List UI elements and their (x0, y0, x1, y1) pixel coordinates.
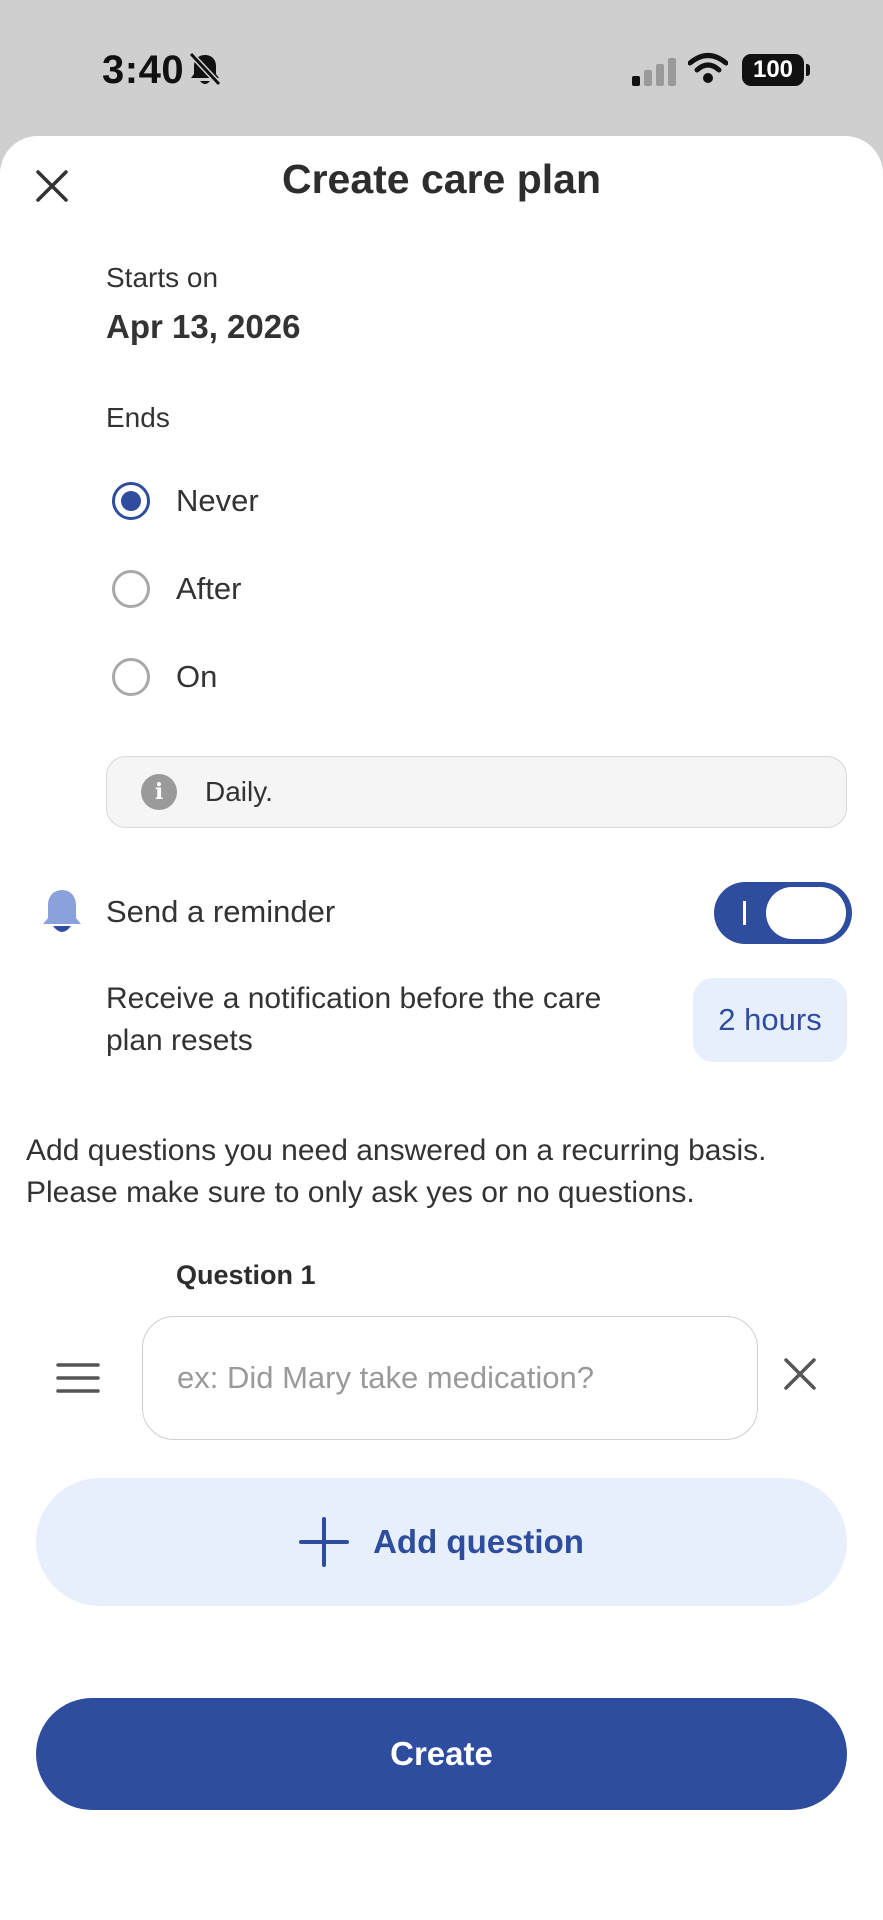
radio-label: After (176, 571, 242, 606)
info-icon: i (141, 774, 177, 810)
ends-option-on[interactable]: On (112, 652, 217, 702)
ends-option-after[interactable]: After (112, 564, 241, 614)
page-title: Create care plan (281, 156, 602, 202)
questions-instructions: Add questions you need answered on a rec… (26, 1134, 767, 1209)
reminder-toggle[interactable] (714, 882, 852, 944)
toggle-on-indicator (743, 901, 746, 925)
question-label: Question 1 (176, 1260, 316, 1290)
close-icon (784, 1358, 816, 1390)
bell-slash-icon (188, 51, 222, 93)
add-question-button[interactable]: Add question (36, 1478, 847, 1606)
plus-icon (299, 1517, 350, 1567)
question-input[interactable] (142, 1316, 758, 1440)
start-date-value[interactable]: Apr 13, 2026 (106, 308, 300, 346)
radio-label: On (176, 659, 218, 694)
status-time: 3:40 (102, 48, 185, 92)
wifi-icon (687, 52, 729, 89)
ends-label: Ends (106, 402, 170, 433)
radio-label: Never (176, 483, 259, 518)
toggle-knob (766, 887, 846, 939)
send-reminder-label: Send a reminder (106, 894, 336, 929)
care-plan-sheet: Create care plan Starts on Apr 13, 2026 … (0, 136, 883, 1920)
radio-button[interactable] (112, 658, 150, 696)
radio-button-selected[interactable] (112, 482, 150, 520)
frequency-text: Daily. (205, 776, 273, 807)
status-bar: 3:40 100 (0, 0, 883, 136)
bell-icon (40, 888, 84, 941)
reminder-lead-time-selector[interactable]: 2 hours (693, 978, 847, 1062)
add-question-label: Add question (373, 1523, 584, 1560)
create-button[interactable]: Create (36, 1698, 847, 1810)
frequency-info-banner: i Daily. (106, 756, 847, 828)
ends-option-never[interactable]: Never (112, 476, 259, 526)
reminder-description: Receive a notification before the care p… (106, 982, 602, 1057)
starts-on-label: Starts on (106, 262, 219, 293)
radio-button[interactable] (112, 570, 150, 608)
drag-handle-icon[interactable] (56, 1362, 100, 1399)
remove-question-button[interactable] (782, 1356, 818, 1397)
cellular-signal-icon (632, 58, 676, 91)
battery-icon: 100 (742, 54, 810, 86)
